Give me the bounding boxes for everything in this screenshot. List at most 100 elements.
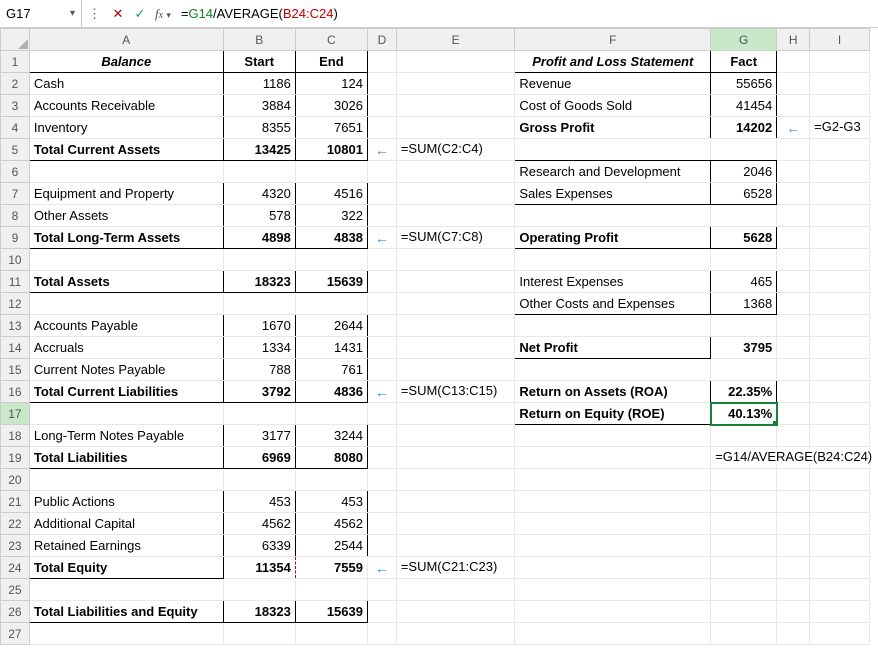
- cell[interactable]: [777, 271, 810, 293]
- cell[interactable]: [396, 73, 515, 95]
- cell[interactable]: 4836: [295, 381, 367, 403]
- cell[interactable]: [515, 491, 711, 513]
- cell[interactable]: Total Liabilities and Equity: [29, 601, 223, 623]
- cell[interactable]: 1431: [295, 337, 367, 359]
- pl-header[interactable]: Profit and Loss Statement: [515, 51, 711, 73]
- col-header-E[interactable]: E: [396, 29, 515, 51]
- cell[interactable]: [711, 579, 777, 601]
- row-header[interactable]: 3: [1, 95, 30, 117]
- cell[interactable]: [367, 51, 396, 73]
- col-header-B[interactable]: B: [223, 29, 295, 51]
- cell[interactable]: [295, 249, 367, 271]
- cell[interactable]: 3884: [223, 95, 295, 117]
- cell[interactable]: [367, 403, 396, 425]
- cell[interactable]: [777, 381, 810, 403]
- cell[interactable]: [810, 337, 870, 359]
- cell[interactable]: [777, 139, 810, 161]
- cell[interactable]: 4516: [295, 183, 367, 205]
- cell[interactable]: 7651: [295, 117, 367, 139]
- cell[interactable]: Other Costs and Expenses: [515, 293, 711, 315]
- cell[interactable]: 322: [295, 205, 367, 227]
- cell[interactable]: [810, 381, 870, 403]
- cell[interactable]: [777, 601, 810, 623]
- cell[interactable]: [396, 205, 515, 227]
- cell[interactable]: [711, 513, 777, 535]
- cell[interactable]: 10801: [295, 139, 367, 161]
- cell[interactable]: [396, 117, 515, 139]
- cell[interactable]: [515, 447, 711, 469]
- row-header[interactable]: 7: [1, 183, 30, 205]
- cell[interactable]: [29, 161, 223, 183]
- cell[interactable]: 2046: [711, 161, 777, 183]
- cell[interactable]: [711, 601, 777, 623]
- cell[interactable]: 18323: [223, 601, 295, 623]
- cell[interactable]: [515, 469, 711, 491]
- cell[interactable]: 4898: [223, 227, 295, 249]
- cell[interactable]: Accounts Payable: [29, 315, 223, 337]
- formula-input[interactable]: =G14/AVERAGE(B24:C24): [175, 0, 878, 27]
- cell[interactable]: [810, 623, 870, 645]
- cell[interactable]: Total Long-Term Assets: [29, 227, 223, 249]
- cell[interactable]: [295, 579, 367, 601]
- cell[interactable]: [396, 249, 515, 271]
- cell[interactable]: [367, 623, 396, 645]
- cell[interactable]: 2644: [295, 315, 367, 337]
- cell[interactable]: [810, 601, 870, 623]
- cell[interactable]: [711, 249, 777, 271]
- cell[interactable]: [515, 139, 711, 161]
- cell-C24[interactable]: 7559: [295, 557, 367, 579]
- cell[interactable]: 41454: [711, 95, 777, 117]
- cell[interactable]: 6528: [711, 183, 777, 205]
- cell[interactable]: [396, 447, 515, 469]
- cell[interactable]: [777, 183, 810, 205]
- cell[interactable]: [515, 249, 711, 271]
- cell[interactable]: [777, 249, 810, 271]
- cell[interactable]: [777, 205, 810, 227]
- cell[interactable]: [777, 491, 810, 513]
- cell[interactable]: [367, 95, 396, 117]
- cell[interactable]: [515, 623, 711, 645]
- cell[interactable]: [396, 469, 515, 491]
- cell[interactable]: [810, 579, 870, 601]
- cell[interactable]: [396, 513, 515, 535]
- cell[interactable]: [367, 205, 396, 227]
- cell[interactable]: Inventory: [29, 117, 223, 139]
- col-header-I[interactable]: I: [810, 29, 870, 51]
- cell[interactable]: [396, 95, 515, 117]
- formula-note[interactable]: =SUM(C13:C15): [396, 381, 515, 403]
- cell[interactable]: [711, 623, 777, 645]
- row-header[interactable]: 19: [1, 447, 30, 469]
- cell[interactable]: [777, 95, 810, 117]
- col-header-F[interactable]: F: [515, 29, 711, 51]
- cell[interactable]: [810, 513, 870, 535]
- row-header[interactable]: 18: [1, 425, 30, 447]
- cell[interactable]: [367, 337, 396, 359]
- cell[interactable]: [367, 491, 396, 513]
- cell[interactable]: 3026: [295, 95, 367, 117]
- cell[interactable]: [777, 403, 810, 425]
- cell[interactable]: 2544: [295, 535, 367, 557]
- cell[interactable]: Gross Profit: [515, 117, 711, 139]
- cell[interactable]: [223, 403, 295, 425]
- cell[interactable]: [711, 315, 777, 337]
- cell[interactable]: Retained Earnings: [29, 535, 223, 557]
- cell[interactable]: [367, 183, 396, 205]
- cell[interactable]: 1334: [223, 337, 295, 359]
- row-header[interactable]: 15: [1, 359, 30, 381]
- drag-handle-icon[interactable]: ⋮: [82, 6, 107, 22]
- cell[interactable]: Total Current Liabilities: [29, 381, 223, 403]
- select-all-corner[interactable]: [1, 29, 30, 51]
- cell[interactable]: [810, 205, 870, 227]
- fact-header[interactable]: Fact: [711, 51, 777, 73]
- cell[interactable]: [367, 425, 396, 447]
- cell[interactable]: 465: [711, 271, 777, 293]
- cell[interactable]: [810, 293, 870, 315]
- cell[interactable]: 8080: [295, 447, 367, 469]
- cell[interactable]: [515, 601, 711, 623]
- cell[interactable]: [777, 425, 810, 447]
- name-box[interactable]: G17 ▾: [0, 0, 82, 27]
- row-header[interactable]: 23: [1, 535, 30, 557]
- cell[interactable]: [396, 623, 515, 645]
- cell[interactable]: [810, 51, 870, 73]
- cell[interactable]: [777, 315, 810, 337]
